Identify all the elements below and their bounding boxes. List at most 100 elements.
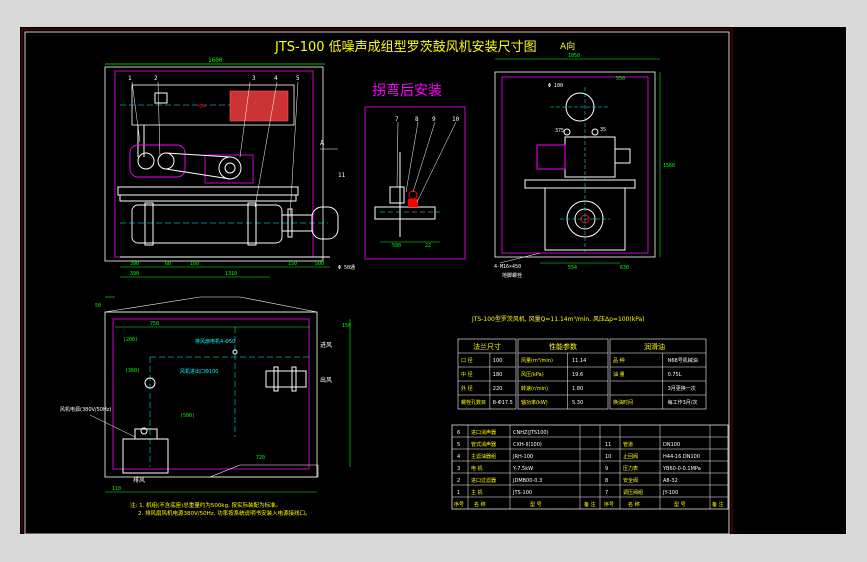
- callout-8: 8: [415, 116, 419, 123]
- drawing-canvas[interactable]: JTS-100 低噪声成组型罗茨鼓风机安装尺寸图 A向 拐弯后安装 1600 ⇦: [20, 27, 846, 534]
- dim-dia: Φ 50通: [338, 264, 355, 271]
- spec-t3-value-3: 每工作3月/次: [668, 399, 698, 406]
- bom-footer-right-1: 名 称: [628, 501, 640, 508]
- bom-left-no-0: 6: [457, 430, 460, 436]
- bom-footer-left-2: 型 号: [530, 501, 542, 508]
- dim-390: 390: [130, 261, 139, 267]
- dim-60: 60: [165, 261, 171, 267]
- callout-10: 10: [452, 116, 460, 123]
- spec-t3-label-3: 换油时间: [613, 399, 633, 406]
- note-1: 注: 1. 机组(不含底座)总重量约为500kg, 按实际装配为标准。: [130, 501, 281, 509]
- spec-t1-label-3: 螺栓孔数目: [461, 399, 486, 406]
- dim-plan-150: 150: [342, 323, 351, 329]
- bom-right-model-2: YB60-0-0.1MPa: [662, 466, 701, 472]
- spec-t3-value-1: 0.75L: [668, 372, 682, 378]
- bom-footer-left-0: 序号: [454, 501, 464, 508]
- bend-frame: [364, 106, 466, 260]
- drawing-title: JTS-100 低噪声成组型罗茨鼓风机安装尺寸图: [274, 40, 537, 55]
- tank-outline: [131, 204, 283, 244]
- bom-left-name-4: 进口过滤器: [471, 477, 496, 484]
- dim-a-554: 554: [568, 265, 577, 271]
- callout-4: 4: [274, 75, 278, 82]
- dim-1310: 1310: [225, 271, 237, 277]
- view-a-enclosure: [494, 71, 656, 258]
- spec-t1-value-1: 180: [493, 372, 503, 378]
- plan-view: 50 750 (200) 排风扇电机4-Φ50 风机进出口Φ100 (360) …: [60, 296, 351, 517]
- bend-install-label: 拐弯后安装: [372, 82, 442, 99]
- main-elevation: 1600 ⇦ 1 2 3 4 5 11 A 390 60 160 150 500…: [104, 57, 355, 278]
- spec-title-t1: 法兰尺寸: [473, 342, 501, 351]
- dim-a-1560: 1560: [663, 163, 675, 169]
- view-a-label: A向: [560, 40, 575, 52]
- bom-table: 6 进口消声器 CNHZ(JTS100) 5 管式消声器 CXH-II(100) 4 主滤油器…: [451, 424, 729, 510]
- bom-right-no-0: 11: [605, 442, 611, 448]
- spec-t1-label-0: 口 径: [461, 357, 473, 364]
- bom-right-model-1: H44-16 DN100: [663, 454, 700, 460]
- plan-inlet-label: 进风: [320, 341, 332, 349]
- bom-left-name-0: 进口消声器: [471, 429, 496, 436]
- dim-plan-50: 50: [95, 303, 101, 309]
- dim-plan-500: (500): [180, 413, 195, 419]
- dim-150: 150: [288, 261, 297, 267]
- plan-label-b: 风机进出口Φ100: [180, 368, 218, 375]
- bolt-label: 地脚螺栓: [502, 272, 522, 279]
- spec-t1-value-2: 220: [493, 386, 503, 392]
- cad-drawing: JTS-100 低噪声成组型罗茨鼓风机安装尺寸图 A向 拐弯后安装 1600 ⇦: [21, 28, 733, 534]
- bom-right-model-0: DN100: [663, 442, 680, 448]
- spec-title-t3: 润滑油: [644, 342, 665, 351]
- callout-11: 11: [338, 172, 346, 179]
- bom-right-model-4: JY-100: [662, 490, 678, 496]
- spec-t1-label-1: 中 径: [461, 371, 473, 378]
- callout-5: 5: [296, 75, 300, 82]
- spec-t2-value-2: 1.80: [572, 386, 583, 392]
- plan-exhaust-label: 排风: [133, 476, 145, 484]
- spec-t1-value-0: 100: [493, 358, 503, 364]
- view-a: 1050 1560 550 Φ 100 375 35 554 630 4-M16…: [494, 53, 675, 279]
- spec-t1-label-2: 外 径: [461, 385, 473, 392]
- dim-a-630: 630: [620, 265, 629, 271]
- bom-left-model-0: CNHZ(JTS100): [513, 430, 549, 436]
- bom-right-name-0: 管道: [623, 441, 633, 448]
- bend-install-view: 7 8 9 10 500 22: [364, 106, 466, 260]
- spec-t3-value-0: N68号机械油: [668, 357, 698, 364]
- dim-plan-110: 110: [112, 486, 121, 492]
- bom-left-model-4: JDMB00-0.3: [512, 478, 542, 484]
- callout-7: 7: [395, 116, 399, 123]
- bom-left-model-3: Y-7.5kW: [512, 466, 533, 472]
- callout-1: 1: [128, 75, 132, 82]
- dim-plan-720: 720: [256, 455, 265, 461]
- bom-right-no-4: 7: [605, 490, 608, 496]
- bom-right-name-1: 止回阀: [623, 453, 638, 460]
- bom-footer-left-1: 名 称: [474, 501, 486, 508]
- dim-a-550: 550: [616, 76, 625, 82]
- silencer-element: [229, 90, 289, 122]
- dim-plan-750: 750: [150, 321, 159, 327]
- cabinet-enclosure: [104, 66, 324, 262]
- spec-t2-value-0: 11.14: [572, 358, 586, 364]
- dim-1600: 1600: [208, 57, 223, 64]
- spec-t2-label-0: 风量(m³/min): [521, 357, 553, 364]
- bom-footer-right-2: 型 号: [674, 501, 686, 508]
- bom-left-name-2: 主滤油器组: [471, 453, 496, 460]
- spec-t3-label-0: 品 种: [613, 357, 625, 364]
- bom-right-name-3: 安全阀: [623, 477, 638, 484]
- bom-left-no-1: 5: [457, 442, 460, 448]
- bom-left-model-5: JTS-100: [512, 490, 532, 496]
- bom-left-model-1: CXH-II(100): [513, 442, 542, 448]
- bom-right-no-1: 10: [605, 454, 611, 460]
- section-mark-a: A: [320, 139, 325, 147]
- exhaust-fan: [122, 438, 169, 474]
- bom-left-no-4: 2: [457, 478, 460, 484]
- bom-footer-left-4: 备 注: [584, 501, 596, 508]
- bom-right-name-2: 压力表: [623, 465, 638, 472]
- spec-t2-value-3: 5.30: [572, 400, 583, 406]
- dim-a-1050: 1050: [568, 53, 580, 59]
- bom-right-name-4: 调压阀组: [623, 489, 643, 496]
- dim-a-35: 35: [600, 127, 606, 133]
- spec-t3-value-2: 3月更换一次: [668, 385, 696, 392]
- dim-left-390: 390: [130, 271, 139, 277]
- spec-t2-label-1: 风压(kPa): [521, 372, 544, 378]
- note-2: 2. 排风扇风机电源380V/50Hz, 功率按系统说明书安装入电源接线口。: [138, 509, 311, 517]
- bom-footer-right-3: 备 注: [712, 501, 724, 508]
- flow-arrow-icon: ⇦: [198, 101, 206, 112]
